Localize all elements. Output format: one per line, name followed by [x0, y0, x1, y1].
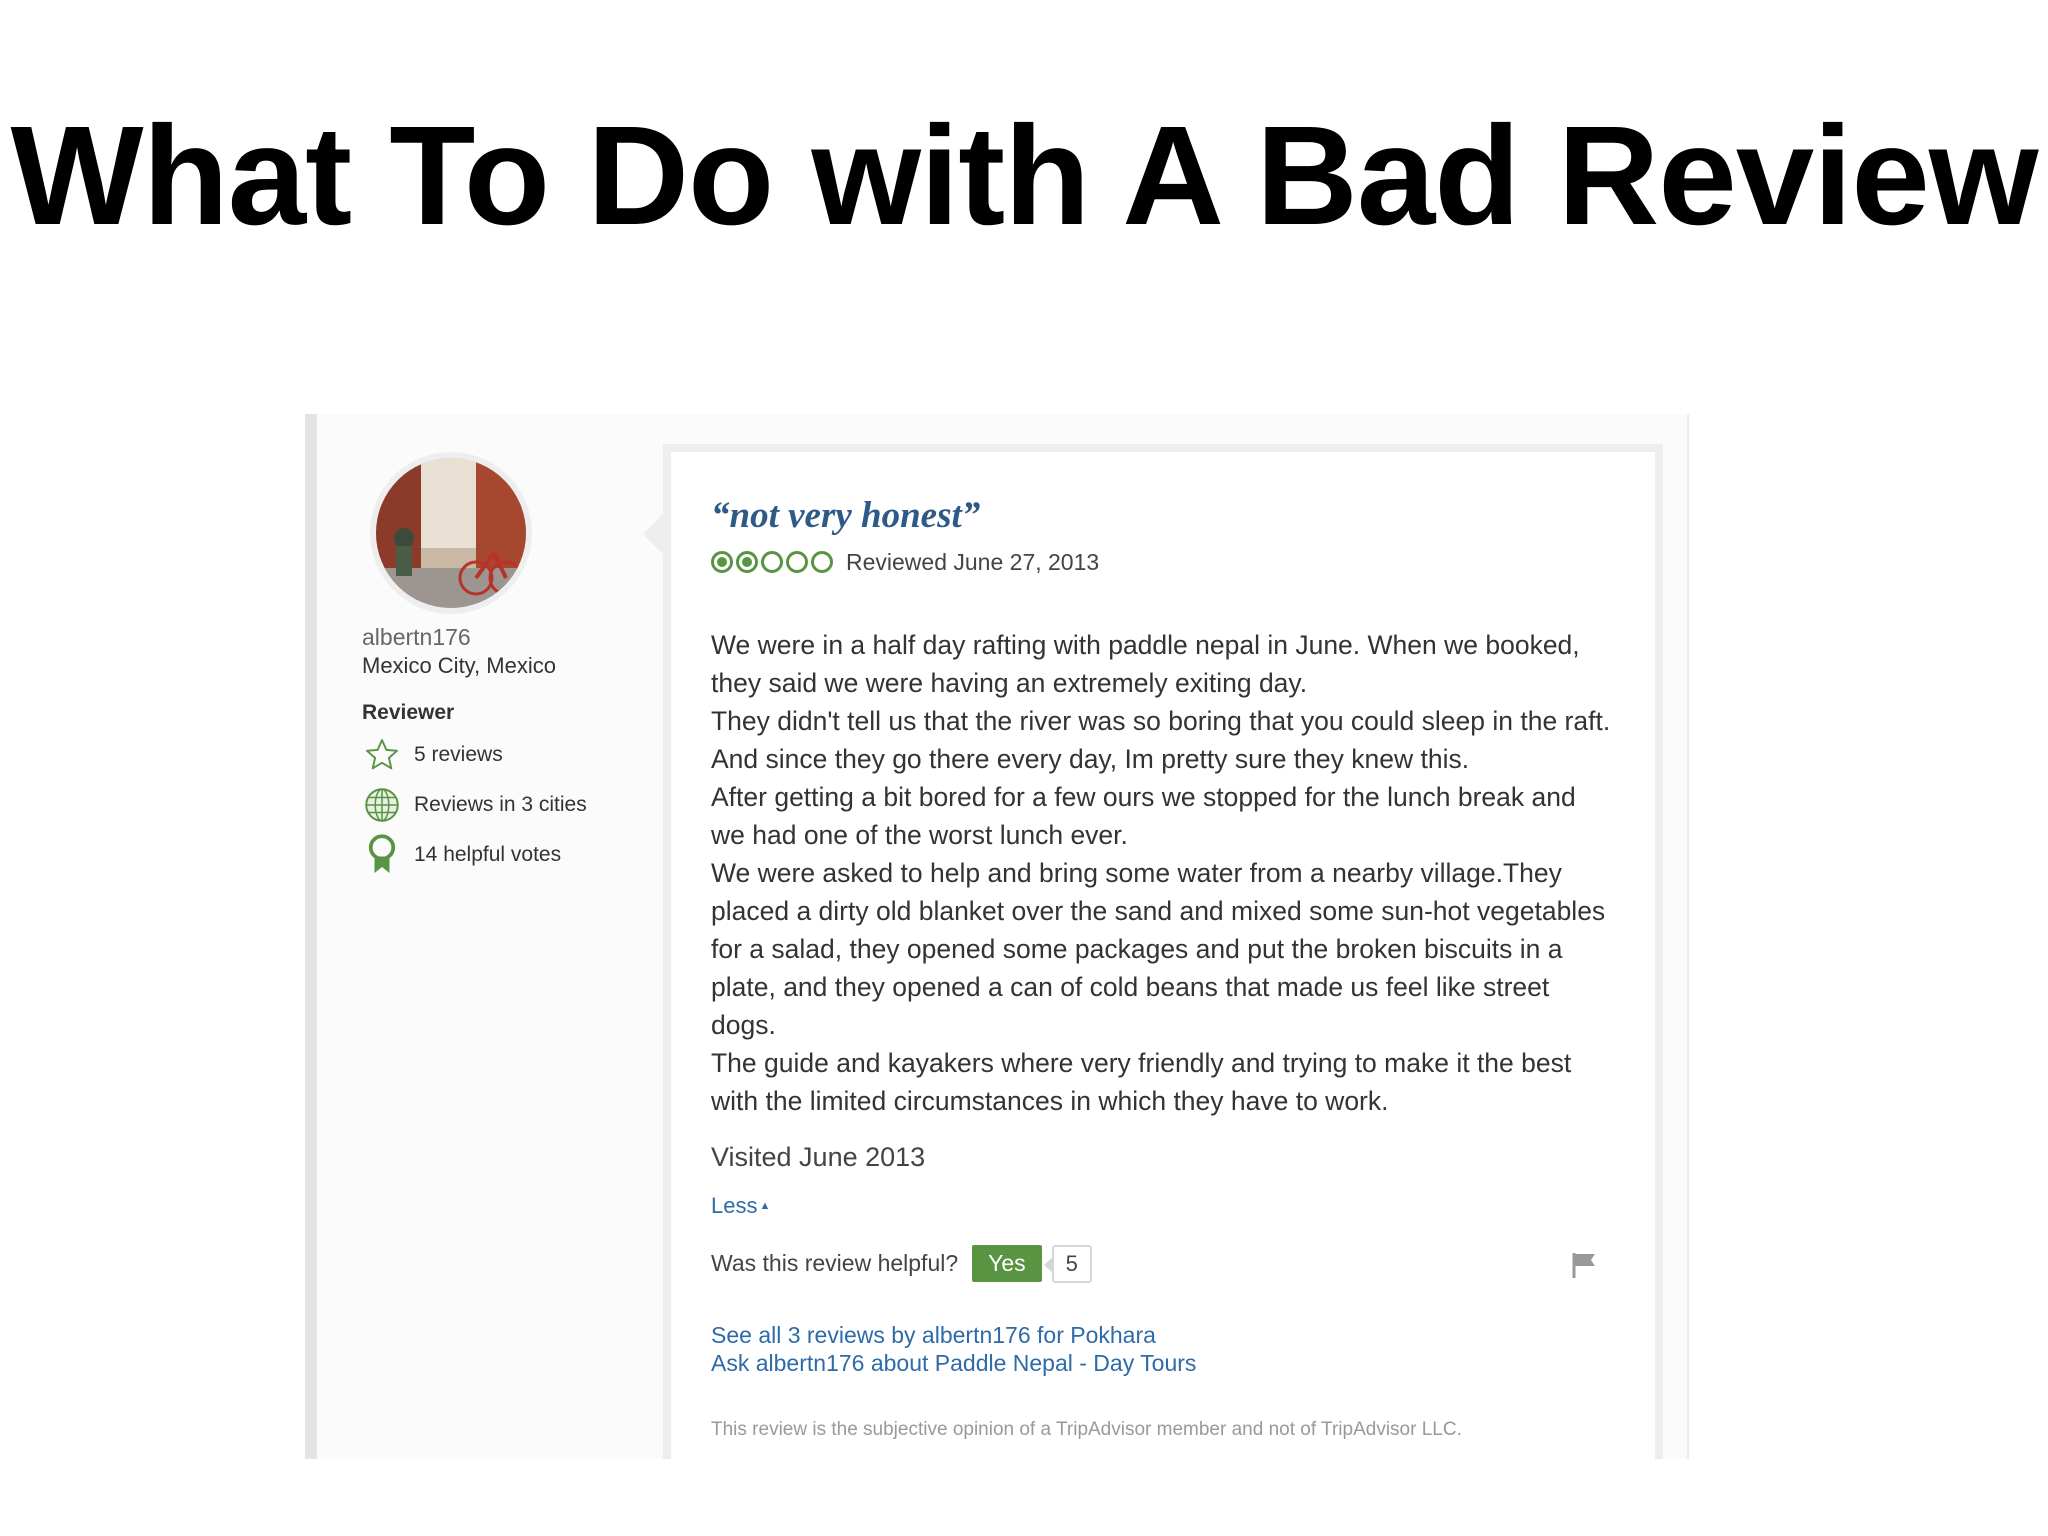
review-title[interactable]: “not very honest”	[711, 495, 1611, 537]
helpful-question: Was this review helpful?	[711, 1250, 959, 1277]
reviewed-date: Reviewed June 27, 2013	[846, 548, 1100, 575]
avatar-photo	[376, 458, 526, 608]
slide-title: What To Do with A Bad Review	[10, 96, 2039, 254]
stat-reviews: 5 reviews	[362, 735, 612, 775]
reviewer-username[interactable]: albertn176	[362, 624, 612, 651]
card-pointer	[643, 512, 665, 556]
reviewer-badge: Reviewer	[362, 701, 455, 724]
rating-bubble-filled	[736, 551, 758, 574]
rating-bubble-filled	[711, 551, 733, 574]
stat-cities-label: Reviews in 3 cities	[414, 793, 587, 816]
review-paragraph: After getting a bit bored for a few ours…	[711, 781, 1576, 850]
stat-reviews-label: 5 reviews	[414, 743, 503, 766]
stat-cities: Reviews in 3 cities	[362, 785, 612, 825]
review-screenshot: albertn176 Mexico City, Mexico Reviewer …	[305, 414, 1689, 1459]
review-card: “not very honest” Reviewed June 27, 2013…	[663, 444, 1663, 1459]
rating-bubble-empty	[761, 551, 783, 574]
see-all-reviews-link[interactable]: See all 3 reviews by albertn176 for Pokh…	[711, 1321, 1611, 1349]
reviewer-location: Mexico City, Mexico	[362, 653, 556, 678]
star-icon	[362, 735, 402, 775]
review-paragraph: We were in a half day rafting with paddl…	[711, 629, 1580, 698]
review-content: “not very honest” Reviewed June 27, 2013…	[711, 495, 1611, 1441]
rating-bubble-empty	[811, 551, 833, 574]
rating-row: Reviewed June 27, 2013	[711, 549, 1611, 576]
review-body: We were in a half day rafting with paddl…	[711, 626, 1611, 1120]
helpful-row: Was this review helpful? Yes 5	[711, 1244, 1611, 1285]
globe-icon	[362, 785, 402, 825]
review-links: See all 3 reviews by albertn176 for Pokh…	[711, 1321, 1611, 1377]
reviewer-panel: albertn176 Mexico City, Mexico Reviewer …	[362, 452, 612, 875]
helpful-count: 5	[1043, 1244, 1092, 1283]
review-disclaimer: This review is the subjective opinion of…	[711, 1418, 1462, 1440]
ask-reviewer-link[interactable]: Ask albertn176 about Paddle Nepal - Day …	[711, 1349, 1611, 1377]
stat-helpful: 14 helpful votes	[362, 834, 612, 875]
avatar[interactable]	[370, 452, 532, 614]
rating-bubbles	[711, 551, 836, 574]
review-paragraph: They didn't tell us that the river was s…	[711, 705, 1611, 774]
ribbon-icon	[362, 834, 402, 875]
caret-up-icon: ▲	[759, 1199, 771, 1212]
visited-date: Visited June 2013	[711, 1141, 926, 1172]
helpful-yes-button[interactable]: Yes	[972, 1245, 1042, 1283]
less-label: Less	[711, 1192, 758, 1218]
less-link[interactable]: Less ▲	[711, 1193, 770, 1219]
rating-bubble-empty	[786, 551, 808, 574]
review-paragraph: The guide and kayakers where very friend…	[711, 1047, 1572, 1116]
stat-helpful-label: 14 helpful votes	[414, 843, 562, 866]
flag-icon[interactable]	[1571, 1251, 1597, 1285]
review-paragraph: We were asked to help and bring some wat…	[711, 857, 1606, 1040]
slide: What To Do with A Bad Review albertn176 …	[0, 0, 2048, 1536]
